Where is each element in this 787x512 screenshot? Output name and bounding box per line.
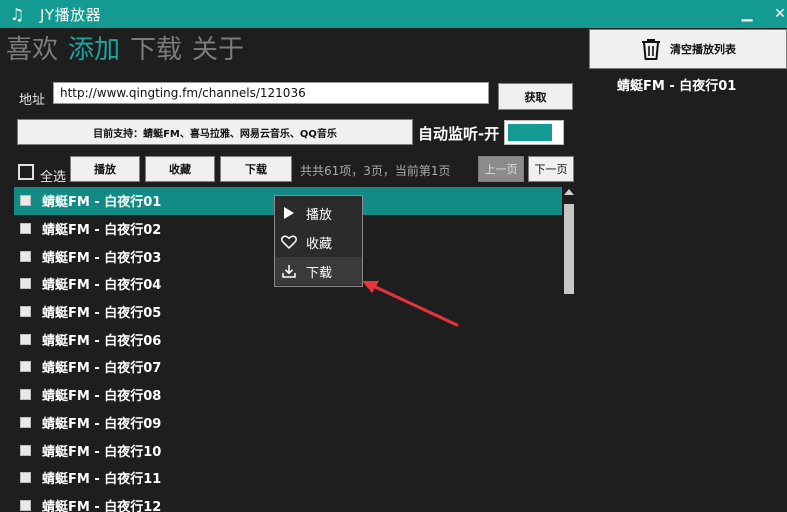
favorite-button[interactable]: 收藏 xyxy=(145,156,215,182)
playlist-item[interactable]: 蜻蜓FM - 白夜行01 xyxy=(617,75,736,94)
list-scrollbar[interactable] xyxy=(563,187,576,512)
download-icon xyxy=(281,263,297,279)
track-title: 蜻蜓FM - 白夜行08 xyxy=(42,389,162,405)
select-all-checkbox[interactable] xyxy=(18,164,34,180)
track-title: 蜻蜓FM - 白夜行03 xyxy=(42,250,162,266)
row-checkbox[interactable] xyxy=(20,223,31,235)
row-checkbox[interactable] xyxy=(20,278,31,290)
next-page-button[interactable]: 下一页 xyxy=(528,156,574,182)
context-menu-item-favorite[interactable]: 收藏 xyxy=(275,228,362,256)
clear-playlist-button[interactable]: 清空播放列表 xyxy=(589,29,787,69)
scroll-thumb[interactable] xyxy=(564,204,574,294)
play-icon xyxy=(281,205,297,221)
clear-playlist-label: 清空播放列表 xyxy=(670,43,736,56)
tab-download[interactable]: 下载 xyxy=(130,32,182,68)
toggle-fill xyxy=(508,124,552,141)
auto-monitor-label: 自动监听-开 xyxy=(418,125,500,143)
track-title: 蜻蜓FM - 白夜行02 xyxy=(42,223,162,239)
track-title: 蜻蜓FM - 白夜行11 xyxy=(42,472,162,488)
row-checkbox[interactable] xyxy=(20,250,31,262)
context-menu: 播放 收藏 下载 xyxy=(274,195,363,287)
auto-monitor-toggle[interactable] xyxy=(504,120,564,145)
track-title: 蜻蜓FM - 白夜行07 xyxy=(42,361,162,377)
row-checkbox[interactable] xyxy=(20,499,31,511)
scroll-up-arrow-icon[interactable] xyxy=(564,189,574,195)
music-note-icon: ♫ xyxy=(9,4,25,24)
list-item[interactable]: 蜻蜓FM - 白夜行11 xyxy=(14,464,562,492)
close-button[interactable]: ✕ xyxy=(770,4,787,24)
list-item[interactable]: 蜻蜓FM - 白夜行12 xyxy=(14,492,562,512)
track-title: 蜻蜓FM - 白夜行04 xyxy=(42,278,162,294)
list-item[interactable]: 蜻蜓FM - 白夜行05 xyxy=(14,298,562,326)
main-nav: 喜欢 添加 下载 关于 xyxy=(6,32,244,68)
row-checkbox[interactable] xyxy=(20,306,31,318)
page-stats: 共共61项，3页，当前第1页 xyxy=(300,164,451,178)
supported-sources-button[interactable]: 目前支持：蜻蜓FM、喜马拉雅、网易云音乐、QQ音乐 xyxy=(17,119,413,145)
row-checkbox[interactable] xyxy=(20,444,31,456)
list-item[interactable]: 蜻蜓FM - 白夜行09 xyxy=(14,409,562,437)
row-checkbox[interactable] xyxy=(20,389,31,401)
select-all-label: 全选 xyxy=(40,170,67,185)
track-title: 蜻蜓FM - 白夜行05 xyxy=(42,306,162,322)
address-label: 地址 xyxy=(19,93,46,108)
row-checkbox[interactable] xyxy=(20,333,31,345)
title-bar: ♫ JY播放器 ▁ ✕ xyxy=(0,0,787,28)
heart-icon xyxy=(281,234,297,250)
context-menu-label: 播放 xyxy=(306,207,333,223)
tab-add[interactable]: 添加 xyxy=(68,32,120,68)
row-checkbox[interactable] xyxy=(20,361,31,373)
row-checkbox[interactable] xyxy=(20,195,31,207)
track-title: 蜻蜓FM - 白夜行12 xyxy=(42,499,162,512)
list-item[interactable]: 蜻蜓FM - 白夜行06 xyxy=(14,325,562,353)
list-item[interactable]: 蜻蜓FM - 白夜行07 xyxy=(14,353,562,381)
tab-about[interactable]: 关于 xyxy=(192,32,244,68)
row-checkbox[interactable] xyxy=(20,472,31,484)
context-menu-label: 收藏 xyxy=(306,236,333,252)
download-button[interactable]: 下载 xyxy=(220,156,292,182)
red-arrow-annotation xyxy=(362,281,459,327)
row-checkbox[interactable] xyxy=(20,416,31,428)
play-button[interactable]: 播放 xyxy=(70,156,140,182)
trash-icon xyxy=(642,39,660,60)
context-menu-item-play[interactable]: 播放 xyxy=(275,199,362,227)
address-input[interactable] xyxy=(53,82,489,104)
track-title: 蜻蜓FM - 白夜行09 xyxy=(42,416,162,432)
minimize-button[interactable]: ▁ xyxy=(737,4,757,24)
context-menu-item-download[interactable]: 下载 xyxy=(275,257,362,285)
prev-page-button[interactable]: 上一页 xyxy=(478,156,524,182)
track-title: 蜻蜓FM - 白夜行06 xyxy=(42,333,162,349)
track-title: 蜻蜓FM - 白夜行01 xyxy=(42,195,162,211)
track-title: 蜻蜓FM - 白夜行10 xyxy=(42,444,162,460)
fetch-button[interactable]: 获取 xyxy=(498,83,573,110)
context-menu-label: 下载 xyxy=(306,265,333,281)
tab-favorites[interactable]: 喜欢 xyxy=(6,32,58,68)
list-item[interactable]: 蜻蜓FM - 白夜行08 xyxy=(14,381,562,409)
list-item[interactable]: 蜻蜓FM - 白夜行10 xyxy=(14,436,562,464)
window-title: JY播放器 xyxy=(40,5,102,24)
